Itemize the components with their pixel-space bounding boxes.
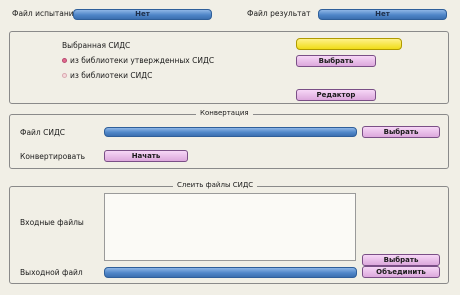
input-files-label: Входные файлы [20, 218, 84, 227]
merge-button[interactable]: Объединить [362, 266, 440, 278]
selected-sids-label: Выбранная СИДС [62, 41, 131, 50]
output-file-field[interactable] [104, 267, 357, 278]
sids-file-field[interactable] [104, 127, 357, 137]
radio-approved-library-label: из библиотеки утвержденных СИДС [70, 56, 215, 65]
merge-select-button[interactable]: Выбрать [362, 254, 440, 266]
input-files-list[interactable] [104, 193, 356, 261]
editor-button[interactable]: Редактор [296, 89, 376, 101]
radio-sids-library-label: из библиотеки СИДС [70, 71, 153, 80]
test-file-label: Файл испытания [12, 9, 79, 18]
result-file-label: Файл результат [247, 9, 311, 18]
conversion-select-button[interactable]: Выбрать [362, 126, 440, 138]
merge-title: Слеить файлы СИДС [173, 181, 258, 190]
test-file-value: Нет [135, 10, 150, 18]
start-conversion-button[interactable]: Начать [104, 150, 188, 162]
result-file-value: Нет [375, 10, 390, 18]
sids-file-label: Файл СИДС [20, 128, 66, 137]
selected-sids-field[interactable] [296, 38, 402, 50]
radio-sids-library[interactable] [62, 73, 67, 78]
convert-label: Конвертировать [20, 152, 86, 161]
result-file-field[interactable]: Нет [318, 9, 447, 20]
conversion-title: Конвертация [196, 109, 253, 118]
radio-approved-library[interactable] [62, 58, 67, 63]
output-file-label: Выходной файл [20, 268, 83, 277]
test-file-field[interactable]: Нет [73, 9, 212, 20]
select-sids-button[interactable]: Выбрать [296, 55, 376, 67]
